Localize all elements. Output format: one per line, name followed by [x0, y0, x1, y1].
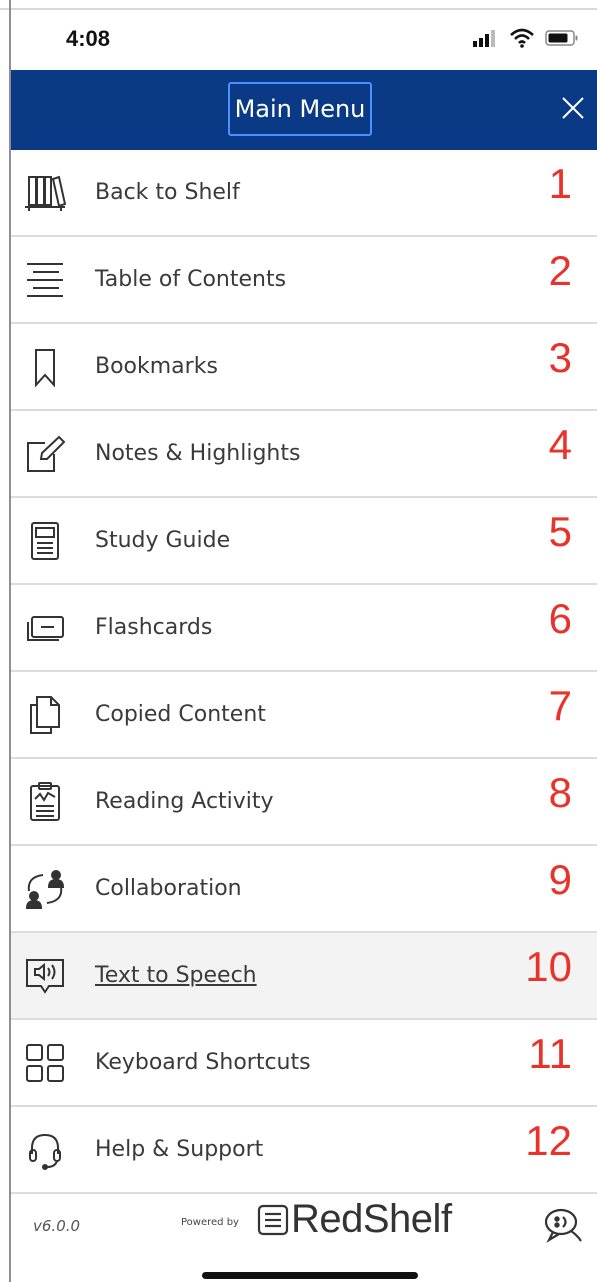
status-time: 4:08: [66, 26, 111, 51]
menu-item-label: Copied Content: [95, 702, 266, 727]
menu-item-label: Help & Support: [95, 1137, 264, 1162]
headset-icon: [21, 1126, 69, 1174]
status-icons: [473, 28, 579, 48]
menu-item-label: Notes & Highlights: [95, 441, 301, 466]
study-guide-icon: [21, 517, 69, 565]
speaker-book-icon: [21, 952, 69, 1000]
menu-item-label: Text to Speech: [95, 963, 257, 988]
flashcards-icon: [21, 604, 69, 652]
clipboard-activity-icon: [21, 778, 69, 826]
menu-item-study-guide[interactable]: Study Guide 5: [11, 498, 597, 585]
menu-item-number: 4: [548, 421, 572, 468]
app-version: v6.0.0: [33, 1217, 81, 1235]
menu-item-number: 3: [548, 334, 572, 381]
signal-icon: [473, 30, 495, 47]
menu-item-notes-highlights[interactable]: Notes & Highlights 4: [11, 411, 597, 498]
redshelf-logo-icon: [257, 1204, 289, 1236]
brand-name: RedShelf: [291, 1197, 452, 1241]
menu-item-number: 12: [525, 1117, 572, 1164]
main-menu-list: Back to Shelf 1 Table of Contents 2 Book…: [11, 150, 597, 1194]
menu-item-number: 1: [548, 160, 572, 207]
menu-item-label: Collaboration: [95, 876, 242, 901]
menu-item-collaboration[interactable]: Collaboration 9: [11, 846, 597, 933]
menu-item-text-to-speech[interactable]: Text to Speech 10: [11, 933, 597, 1020]
collaboration-icon: [21, 865, 69, 913]
close-button[interactable]: [557, 92, 589, 124]
menu-item-number: 6: [548, 595, 572, 642]
menu-item-label: Study Guide: [95, 528, 231, 553]
chat-bubble-icon: [544, 1208, 582, 1243]
chat-button[interactable]: [543, 1205, 585, 1245]
bookshelf-icon: [21, 169, 69, 217]
menu-item-table-of-contents[interactable]: Table of Contents 2: [11, 237, 597, 324]
menu-item-number: 8: [548, 769, 572, 816]
menu-item-number: 9: [548, 856, 572, 903]
menu-item-number: 2: [548, 247, 572, 294]
menu-item-label: Back to Shelf: [95, 180, 240, 205]
bookmark-icon: [21, 343, 69, 391]
powered-by-label: Powered by: [181, 1217, 239, 1228]
menu-item-label: Flashcards: [95, 615, 213, 640]
page-title: Main Menu: [228, 82, 372, 136]
note-pencil-icon: [21, 430, 69, 478]
wifi-icon: [510, 28, 534, 48]
menu-item-bookmarks[interactable]: Bookmarks 3: [11, 324, 597, 411]
menu-item-number: 11: [528, 1030, 572, 1077]
menu-footer: v6.0.0 Powered by RedShelf: [11, 1195, 597, 1255]
menu-item-label: Table of Contents: [95, 267, 287, 292]
grid-squares-icon: [21, 1039, 69, 1087]
menu-item-keyboard-shortcuts[interactable]: Keyboard Shortcuts 11: [11, 1020, 597, 1107]
menu-item-number: 5: [548, 508, 572, 555]
menu-header: Main Menu: [11, 70, 597, 150]
menu-item-number: 7: [548, 682, 572, 729]
list-lines-icon: [21, 256, 69, 304]
menu-item-back-to-shelf[interactable]: Back to Shelf 1: [11, 150, 597, 237]
home-indicator[interactable]: [202, 1272, 418, 1279]
status-bar: 4:08: [11, 10, 597, 70]
close-icon: [562, 97, 584, 119]
menu-item-copied-content[interactable]: Copied Content 7: [11, 672, 597, 759]
menu-item-label: Bookmarks: [95, 354, 218, 379]
menu-item-number: 10: [525, 943, 572, 990]
copy-icon: [21, 691, 69, 739]
menu-item-label: Keyboard Shortcuts: [95, 1050, 311, 1075]
menu-item-reading-activity[interactable]: Reading Activity 8: [11, 759, 597, 846]
menu-item-flashcards[interactable]: Flashcards 6: [11, 585, 597, 672]
menu-item-help-support[interactable]: Help & Support 12: [11, 1107, 597, 1194]
menu-item-label: Reading Activity: [95, 789, 274, 814]
battery-icon: [545, 30, 578, 46]
